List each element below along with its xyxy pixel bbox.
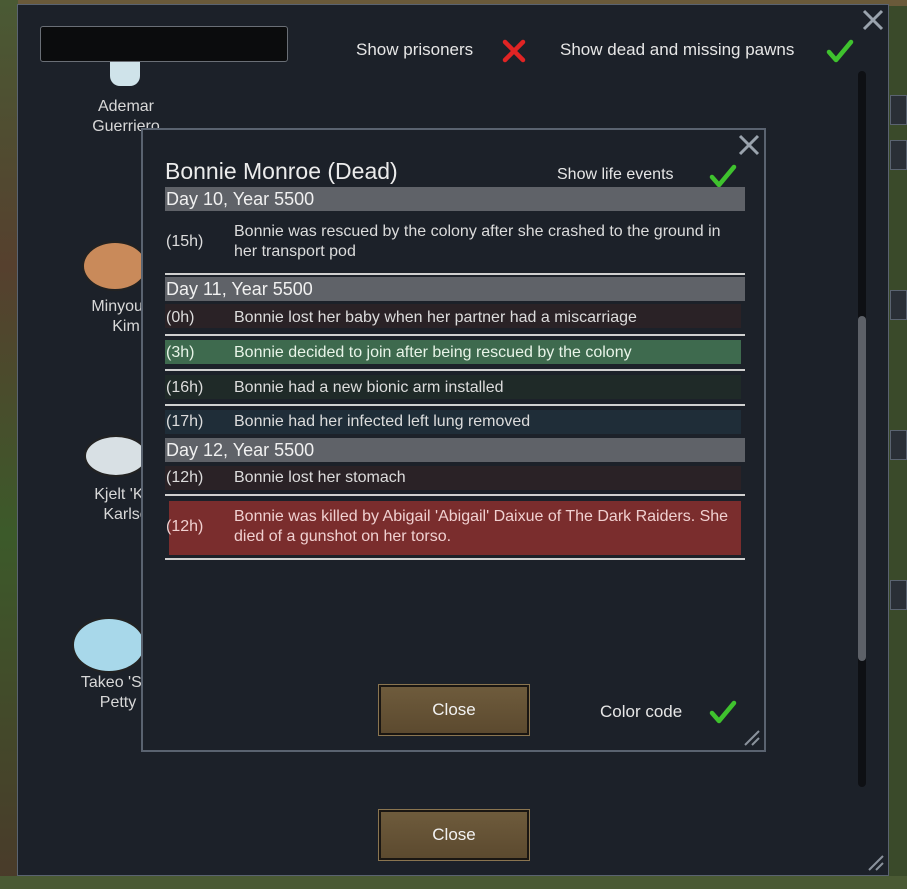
checkmark-icon[interactable] bbox=[826, 37, 854, 65]
pawn-portrait-icon[interactable] bbox=[110, 62, 140, 86]
event-time: (15h) bbox=[166, 233, 204, 250]
background-panel-fragment bbox=[890, 140, 907, 170]
day-header: Day 12, Year 5500 bbox=[165, 438, 745, 462]
background-panel-fragment bbox=[890, 430, 907, 460]
close-icon[interactable] bbox=[860, 7, 886, 33]
search-input[interactable] bbox=[40, 26, 288, 62]
show-life-events-label: Show life events bbox=[557, 166, 674, 183]
life-event-log: Day 10, Year 5500 (15h) Bonnie was rescu… bbox=[165, 187, 745, 560]
pawn-name: Ademar bbox=[97, 98, 155, 115]
scrollbar-thumb[interactable] bbox=[858, 316, 866, 661]
close-button[interactable]: Close bbox=[378, 809, 530, 861]
life-events-dialog: Bonnie Monroe (Dead) Show life events Da… bbox=[141, 128, 766, 752]
event-time: (12h) bbox=[166, 518, 204, 535]
event-text: Bonnie had a new bionic arm installed bbox=[234, 378, 504, 396]
life-event-row: (3h) Bonnie decided to join after being … bbox=[165, 336, 745, 369]
resize-handle-icon[interactable] bbox=[866, 853, 884, 871]
pawn-portrait-icon[interactable] bbox=[82, 241, 148, 291]
event-time: (0h) bbox=[166, 308, 195, 326]
background-panel-fragment bbox=[890, 95, 907, 125]
event-time: (3h) bbox=[166, 343, 195, 361]
event-text: Bonnie had her infected left lung remove… bbox=[234, 413, 531, 430]
resize-handle-icon[interactable] bbox=[742, 728, 760, 746]
event-text: Bonnie lost her stomach bbox=[234, 469, 406, 486]
pawn-portrait-icon[interactable] bbox=[72, 617, 146, 673]
event-text: Bonnie decided to join after being rescu… bbox=[234, 343, 632, 361]
day-header: Day 11, Year 5500 bbox=[165, 277, 745, 301]
event-text: Bonnie was killed by Abigail 'Abigail' D… bbox=[234, 508, 729, 545]
show-prisoners-label: Show prisoners bbox=[356, 40, 474, 59]
day-header: Day 10, Year 5500 bbox=[165, 187, 745, 211]
pawn-portrait-icon[interactable] bbox=[84, 435, 148, 477]
life-event-row: (12h) Bonnie was killed by Abigail 'Abig… bbox=[165, 496, 745, 560]
scrollbar[interactable] bbox=[858, 71, 866, 787]
close-button[interactable]: Close bbox=[378, 684, 530, 736]
checkmark-icon[interactable] bbox=[709, 698, 737, 726]
life-event-row: (17h) Bonnie had her infected left lung … bbox=[165, 406, 745, 438]
x-mark-icon[interactable] bbox=[500, 37, 528, 65]
life-event-row: (15h) Bonnie was rescued by the colony a… bbox=[165, 211, 745, 275]
background-panel-fragment bbox=[890, 290, 907, 320]
life-event-row: (12h) Bonnie lost her stomach bbox=[165, 462, 745, 494]
event-text: Bonnie was rescued by the colony after s… bbox=[234, 223, 721, 260]
color-code-label: Color code bbox=[600, 702, 683, 721]
show-dead-label: Show dead and missing pawns bbox=[560, 40, 795, 59]
life-event-row: (16h) Bonnie had a new bionic arm instal… bbox=[165, 371, 745, 404]
event-time: (12h) bbox=[166, 469, 204, 486]
world-background-left bbox=[0, 0, 18, 889]
background-panel-fragment bbox=[890, 580, 907, 610]
world-background-bottom bbox=[0, 876, 907, 889]
life-event-row: (0h) Bonnie lost her baby when her partn… bbox=[165, 301, 745, 334]
close-icon[interactable] bbox=[736, 132, 762, 158]
checkmark-icon[interactable] bbox=[709, 162, 737, 190]
event-text: Bonnie lost her baby when her partner ha… bbox=[234, 308, 637, 326]
event-time: (17h) bbox=[166, 413, 204, 430]
event-time: (16h) bbox=[166, 378, 204, 396]
dialog-title: Bonnie Monroe (Dead) bbox=[165, 158, 398, 184]
